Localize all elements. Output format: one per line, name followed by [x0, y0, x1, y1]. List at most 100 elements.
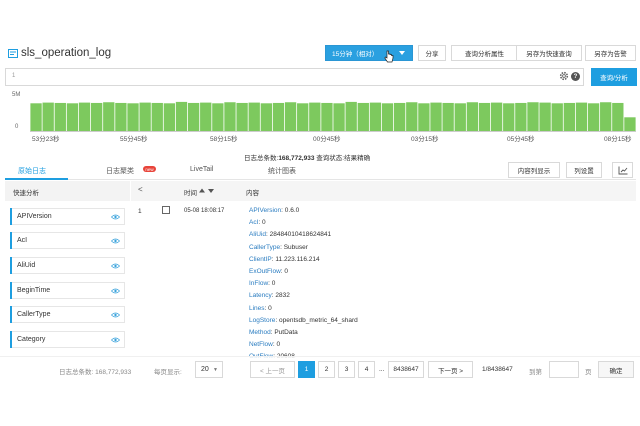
gear-icon[interactable] [559, 71, 569, 81]
log-field-value[interactable]: PutData [274, 329, 298, 336]
histogram-bar[interactable] [612, 102, 624, 132]
eye-icon[interactable] [111, 238, 120, 244]
tab-livetail[interactable]: LiveTail [190, 166, 213, 173]
histogram-bar[interactable] [575, 102, 588, 132]
log-field-key[interactable]: AliUid [249, 231, 266, 238]
time-column-header[interactable]: 时间 [184, 187, 197, 197]
export-chart-icon[interactable] [612, 162, 633, 178]
histogram-bar[interactable] [236, 102, 248, 132]
histogram-bar[interactable] [187, 102, 200, 132]
log-field-value[interactable]: 0 [284, 268, 288, 275]
sort-icon[interactable] [199, 188, 215, 194]
content-column-button[interactable]: 内容列显示 [508, 162, 560, 178]
histogram-bar[interactable] [42, 102, 54, 132]
histogram-bar[interactable] [600, 102, 612, 132]
page-size-select[interactable]: 20 ▼ [195, 361, 223, 378]
log-histogram[interactable] [30, 96, 636, 132]
log-field-value[interactable]: Subuser [284, 244, 308, 251]
log-field-value[interactable]: 0 [262, 219, 266, 226]
search-analyze-button[interactable]: 查询/分析 [591, 68, 637, 86]
histogram-bar[interactable] [212, 103, 224, 132]
histogram-bar[interactable] [418, 103, 430, 132]
histogram-bar[interactable] [163, 103, 176, 132]
log-field-key[interactable]: Method [249, 329, 271, 336]
histogram-bar[interactable] [30, 103, 42, 132]
save-alert-button[interactable]: 另存为告警 [585, 45, 636, 61]
tab-log-clustering[interactable]: 日志聚类 [106, 166, 134, 176]
quick-analysis-field[interactable]: APIVersion [10, 208, 125, 225]
quick-analysis-field[interactable]: AliUid [10, 257, 125, 274]
log-field-key[interactable]: LogStore [249, 317, 275, 324]
histogram-bar[interactable] [454, 103, 466, 132]
eye-icon[interactable] [111, 214, 120, 220]
log-field-value[interactable]: 28484010418624841 [270, 231, 331, 238]
page-4-button[interactable]: 4 [358, 361, 375, 378]
histogram-bar[interactable] [333, 103, 345, 132]
log-field-value[interactable]: 2832 [275, 292, 289, 299]
save-quick-query-button[interactable]: 另存为快速查询 [516, 45, 582, 61]
histogram-bar[interactable] [309, 102, 321, 132]
eye-icon[interactable] [111, 263, 120, 269]
histogram-bar[interactable] [503, 103, 515, 132]
histogram-bar[interactable] [430, 102, 442, 132]
histogram-bar[interactable] [527, 102, 539, 132]
histogram-bar[interactable] [369, 102, 382, 132]
histogram-bar[interactable] [478, 102, 491, 132]
log-field-value[interactable]: 0 [276, 341, 280, 348]
histogram-bar[interactable] [115, 102, 127, 132]
histogram-bar[interactable] [345, 101, 357, 132]
log-field-key[interactable]: AcI [249, 219, 258, 226]
histogram-bar[interactable] [260, 103, 272, 132]
tab-statistics[interactable]: 统计图表 [268, 166, 296, 176]
histogram-bar[interactable] [284, 102, 297, 132]
page-2-button[interactable]: 2 [318, 361, 335, 378]
log-field-key[interactable]: InFlow [249, 280, 268, 287]
log-field-key[interactable]: NetFlow [249, 341, 273, 348]
eye-icon[interactable] [111, 288, 120, 294]
log-field-key[interactable]: ClientIP [249, 256, 272, 263]
log-field-key[interactable]: APIVersion [249, 207, 281, 214]
histogram-bar[interactable] [272, 102, 285, 132]
log-field-key[interactable]: ExOutFlow [249, 268, 281, 275]
column-settings-button[interactable]: 列设置 [566, 162, 602, 178]
histogram-bar[interactable] [357, 102, 369, 132]
page-3-button[interactable]: 3 [338, 361, 355, 378]
row-context-icon[interactable] [162, 206, 170, 214]
quick-analysis-field[interactable]: CallerType [10, 306, 125, 323]
log-field-value[interactable]: opentsdb_metric_64_shard [279, 317, 358, 324]
histogram-bar[interactable] [54, 102, 66, 132]
histogram-bar[interactable] [381, 103, 394, 132]
histogram-bar[interactable] [139, 102, 151, 132]
log-field-key[interactable]: Lines [249, 305, 265, 312]
histogram-bar[interactable] [406, 102, 418, 132]
histogram-bar[interactable] [466, 102, 479, 132]
help-icon[interactable]: ? [571, 72, 580, 81]
histogram-bar[interactable] [175, 101, 188, 132]
histogram-bar[interactable] [224, 102, 236, 132]
histogram-bar[interactable] [103, 102, 115, 132]
histogram-bar[interactable] [587, 103, 600, 132]
query-input[interactable] [5, 68, 584, 86]
histogram-bar[interactable] [563, 102, 575, 132]
eye-icon[interactable] [111, 312, 120, 318]
log-field-value[interactable]: 11.223.116.214 [275, 256, 319, 263]
histogram-bar[interactable] [551, 103, 563, 132]
histogram-bar[interactable] [394, 102, 406, 132]
histogram-bar[interactable] [91, 102, 103, 132]
log-field-value[interactable]: 0.6.0 [285, 207, 299, 214]
quick-analysis-field[interactable]: AcI [10, 232, 125, 249]
next-page-button[interactable]: 下一页 > [428, 361, 473, 378]
quick-analysis-field[interactable]: BeginTime [10, 282, 125, 299]
confirm-button[interactable]: 确定 [598, 361, 634, 378]
share-button[interactable]: 分享 [418, 45, 446, 61]
prev-page-button[interactable]: < 上一页 [250, 361, 295, 378]
histogram-bar[interactable] [297, 103, 309, 132]
quick-analysis-field[interactable]: Category [10, 331, 125, 348]
page-1-button[interactable]: 1 [298, 361, 315, 378]
histogram-bar[interactable] [78, 102, 91, 132]
last-page-button[interactable]: 8438647 [388, 361, 424, 378]
log-field-value[interactable]: 0 [272, 280, 276, 287]
histogram-bar[interactable] [321, 102, 333, 132]
histogram-bar[interactable] [151, 102, 163, 132]
histogram-bar[interactable] [127, 103, 139, 132]
